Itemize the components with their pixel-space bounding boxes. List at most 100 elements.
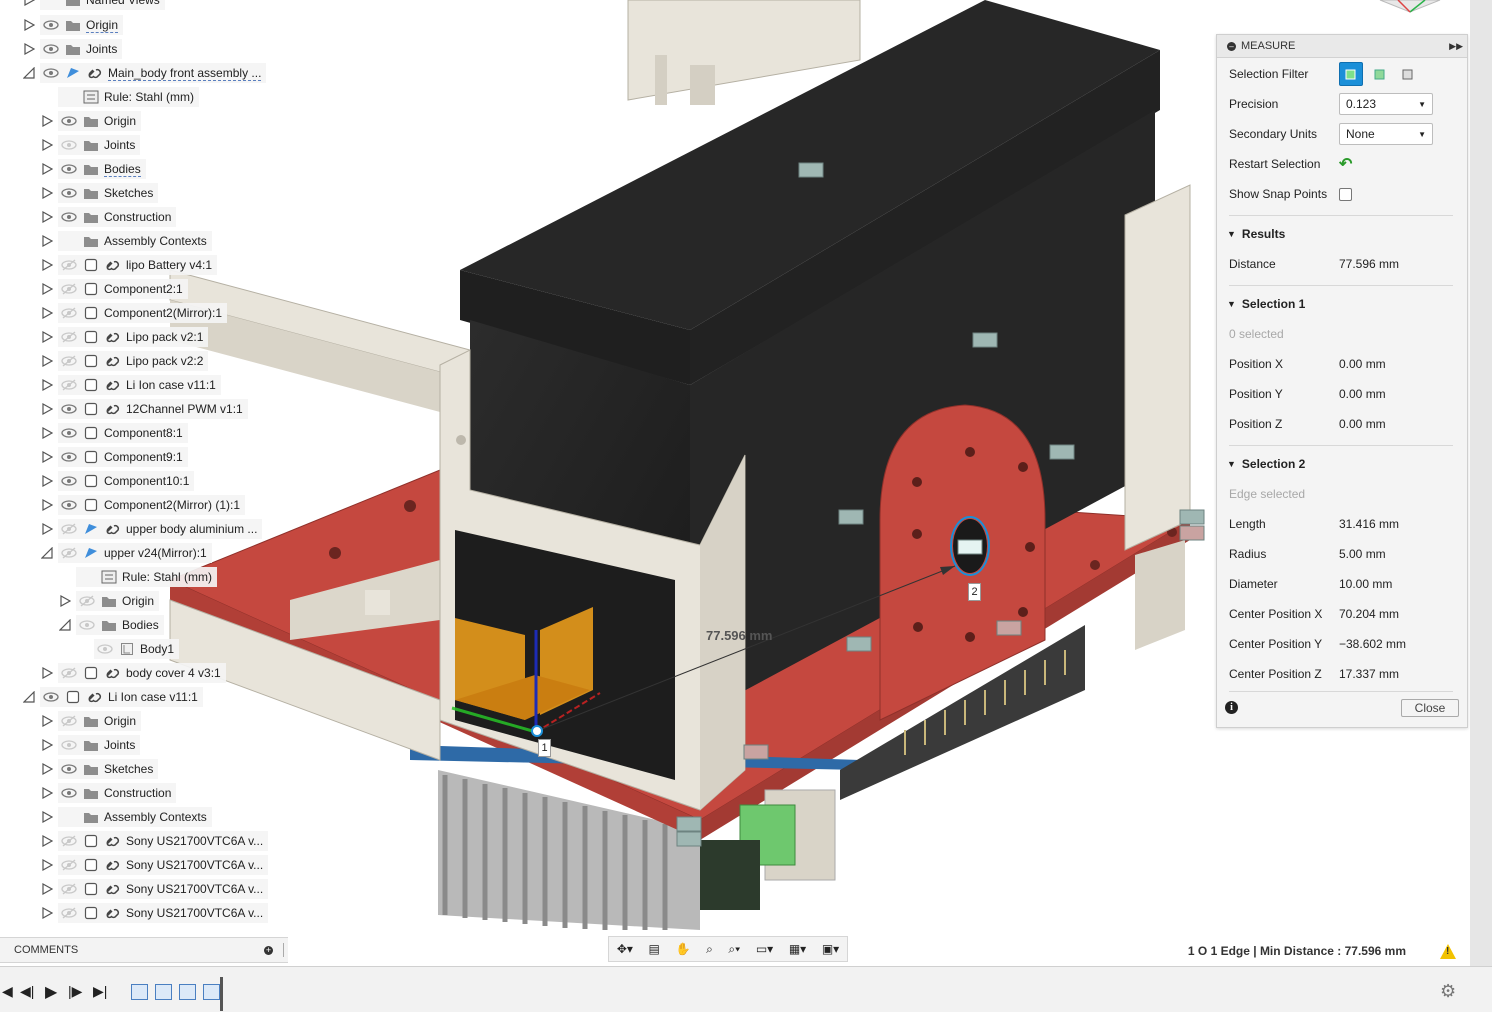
collapse-arrow-icon[interactable] (40, 546, 54, 560)
browser-item-chip[interactable]: Sketches (58, 183, 159, 203)
expand-arrow-icon[interactable] (40, 450, 54, 464)
orbit-icon[interactable]: ✥▾ (617, 942, 633, 956)
browser-item[interactable]: Bodies (40, 159, 146, 179)
browser-item[interactable]: lipo Battery v4:1 (40, 255, 218, 275)
selection-1-section-toggle[interactable]: ▼ Selection 1 (1227, 289, 1455, 319)
browser-item[interactable]: Rule: Stahl (mm) (40, 87, 200, 107)
show-snap-points-checkbox[interactable] (1339, 187, 1352, 201)
visibility-eye-icon[interactable] (60, 857, 78, 873)
expand-arrow-icon[interactable] (40, 402, 54, 416)
browser-item[interactable]: Sony US21700VTC6A v... (40, 903, 269, 923)
browser-item-chip[interactable]: Lipo pack v2:1 (58, 327, 209, 347)
browser-item[interactable]: Sketches (40, 759, 159, 779)
browser-item-chip[interactable]: upper v24(Mirror):1 (58, 543, 212, 563)
browser-item[interactable]: Component9:1 (40, 447, 188, 467)
timeline-marker-icon[interactable] (220, 977, 223, 1011)
browser-item[interactable]: Construction (40, 783, 177, 803)
browser-item-chip[interactable]: Component10:1 (58, 471, 195, 491)
browser-item[interactable]: body cover 4 v3:1 (40, 663, 226, 683)
filter-body-icon[interactable] (1397, 63, 1419, 85)
browser-item[interactable]: Sony US21700VTC6A v... (40, 855, 269, 875)
browser-item-chip[interactable]: 12Channel PWM v1:1 (58, 399, 248, 419)
expand-arrow-icon[interactable] (40, 186, 54, 200)
visibility-eye-icon[interactable] (60, 329, 78, 345)
visibility-eye-icon[interactable] (60, 497, 78, 513)
browser-item-chip[interactable]: Component9:1 (58, 447, 188, 467)
browser-item[interactable]: Joints (22, 39, 123, 59)
display-settings-icon[interactable]: ▭▾ (756, 942, 773, 956)
browser-item-chip[interactable]: Component2:1 (58, 279, 188, 299)
expand-arrow-icon[interactable] (40, 210, 54, 224)
visibility-eye-icon[interactable] (60, 713, 78, 729)
expand-arrow-icon[interactable] (40, 306, 54, 320)
collapse-arrow-icon[interactable] (22, 690, 36, 704)
step-forward-icon[interactable]: |▶ (68, 983, 82, 1000)
pan-icon[interactable]: ✋ (675, 942, 690, 956)
visibility-eye-icon[interactable] (60, 185, 78, 201)
visibility-eye-icon[interactable] (60, 881, 78, 897)
browser-item[interactable]: Rule: Stahl (mm) (58, 567, 218, 587)
expand-arrow-icon[interactable] (40, 138, 54, 152)
visibility-eye-icon[interactable] (60, 545, 78, 561)
selection-2-section-toggle[interactable]: ▼ Selection 2 (1227, 449, 1455, 479)
browser-item[interactable]: Component10:1 (40, 471, 195, 491)
browser-item[interactable]: Joints (40, 735, 141, 755)
browser-item[interactable]: Lipo pack v2:2 (40, 351, 209, 371)
visibility-eye-icon[interactable] (60, 353, 78, 369)
visibility-eye-icon[interactable] (42, 65, 60, 81)
collapse-arrow-icon[interactable] (58, 618, 72, 632)
browser-item-chip[interactable]: body cover 4 v3:1 (58, 663, 226, 683)
warning-icon[interactable]: ! (1440, 944, 1456, 959)
browser-item[interactable]: Assembly Contexts (40, 807, 212, 827)
expand-arrow-icon[interactable] (40, 114, 54, 128)
filter-face-icon[interactable] (1339, 62, 1363, 86)
browser-item[interactable]: Component2(Mirror):1 (40, 303, 228, 323)
browser-item-chip[interactable]: Assembly Contexts (58, 807, 212, 827)
expand-arrow-icon[interactable] (40, 738, 54, 752)
expand-arrow-icon[interactable] (40, 906, 54, 920)
comments-panel[interactable]: COMMENTS + (0, 937, 288, 963)
expand-arrow-icon[interactable] (40, 858, 54, 872)
expand-arrow-icon[interactable] (40, 810, 54, 824)
expand-arrow-icon[interactable] (40, 474, 54, 488)
browser-item-chip[interactable]: Li Ion case v11:1 (40, 687, 203, 707)
visibility-eye-icon[interactable] (78, 617, 96, 633)
browser-item-chip[interactable]: Li Ion case v11:1 (58, 375, 221, 395)
browser-item-chip[interactable]: Origin (58, 711, 142, 731)
browser-item-chip[interactable]: lipo Battery v4:1 (58, 255, 218, 275)
secondary-units-select[interactable]: None ▼ (1339, 123, 1433, 145)
visibility-eye-icon[interactable] (60, 209, 78, 225)
expand-arrow-icon[interactable] (22, 42, 36, 56)
visibility-eye-icon[interactable] (60, 905, 78, 921)
visibility-eye-icon[interactable] (60, 401, 78, 417)
browser-item-chip[interactable]: Rule: Stahl (mm) (76, 567, 218, 587)
browser-item[interactable]: Named Views (22, 0, 165, 10)
browser-item-chip[interactable]: Joints (58, 735, 141, 755)
browser-item-chip[interactable]: Component2(Mirror):1 (58, 303, 228, 323)
expand-arrow-icon[interactable] (40, 426, 54, 440)
results-section-toggle[interactable]: ▼ Results (1227, 219, 1455, 249)
timeline-feature-icon[interactable] (155, 984, 172, 1000)
browser-item-chip[interactable]: Named Views (40, 0, 165, 10)
step-back-icon[interactable]: ◀| (20, 983, 34, 1000)
grid-settings-icon[interactable]: ▦▾ (789, 942, 806, 956)
zoom-icon[interactable]: ⌕ (706, 942, 713, 957)
browser-item[interactable]: Origin (40, 111, 142, 131)
browser-item-chip[interactable]: Joints (40, 39, 123, 59)
visibility-eye-icon[interactable] (60, 785, 78, 801)
visibility-eye-icon[interactable] (60, 377, 78, 393)
browser-item[interactable]: Joints (40, 135, 141, 155)
collapse-dialog-icon[interactable]: – (1227, 41, 1236, 51)
visibility-eye-icon[interactable] (60, 257, 78, 273)
expand-arrow-icon[interactable] (40, 666, 54, 680)
filter-edge-icon[interactable] (1369, 63, 1391, 85)
browser-item-chip[interactable]: Origin (76, 591, 160, 611)
visibility-eye-icon[interactable] (60, 113, 78, 129)
expand-arrow-icon[interactable] (40, 882, 54, 896)
browser-item-chip[interactable]: Rule: Stahl (mm) (58, 87, 200, 107)
go-to-end-icon[interactable]: ▶| (93, 983, 107, 1000)
timeline-feature-icon[interactable] (179, 984, 196, 1000)
visibility-eye-icon[interactable] (60, 137, 78, 153)
visibility-eye-icon[interactable] (78, 593, 96, 609)
browser-item-chip[interactable]: Sony US21700VTC6A v... (58, 879, 269, 899)
